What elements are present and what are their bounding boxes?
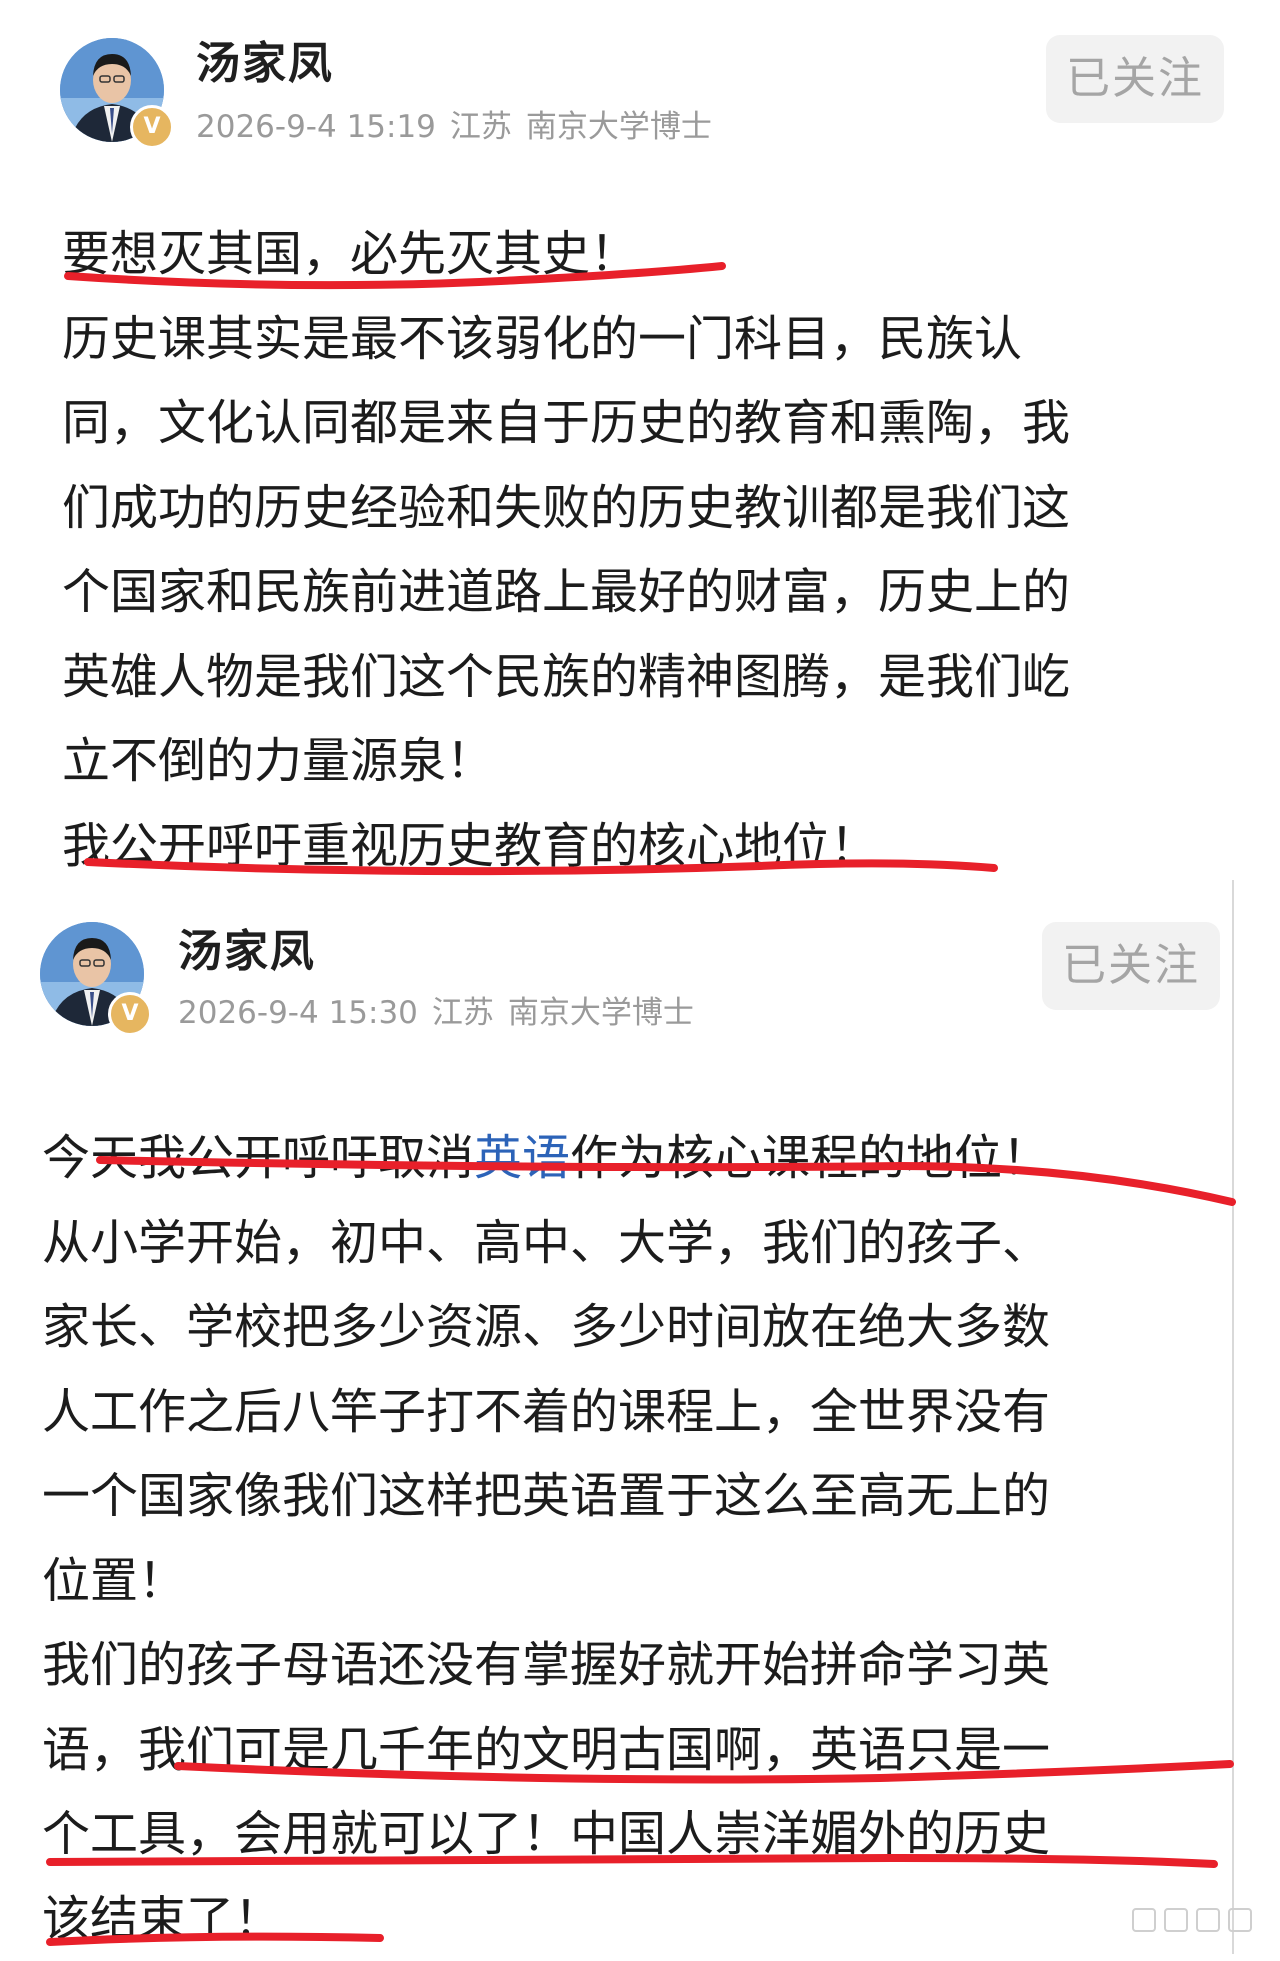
post-content: 今天我公开呼吁取消英语作为核心课程的地位！ 从小学开始，初中、高中、大学，我们的… bbox=[42, 1116, 1050, 1961]
follow-button[interactable]: 已关注 bbox=[1046, 35, 1224, 123]
post-time: 2026-9-4 15:19 bbox=[196, 109, 436, 145]
content-line: 从小学开始，初中、高中、大学，我们的孩子、 bbox=[42, 1201, 1050, 1286]
post-location: 江苏 bbox=[450, 109, 512, 145]
content-line: 语，我们可是几千年的文明古国啊，英语只是一 bbox=[42, 1708, 1050, 1793]
content-text: 今天我公开呼吁取消 bbox=[42, 1130, 474, 1186]
follow-button[interactable]: 已关注 bbox=[1042, 922, 1220, 1010]
content-line: 一个国家像我们这样把英语置于这么至高无上的 bbox=[42, 1454, 1050, 1539]
post-card-1: V 汤家凤 2026-9-4 15:19 江苏南京大学博士 已关注 要想灭其国，必… bbox=[0, 0, 1280, 880]
content-line: 们成功的历史经验和失败的历史教训都是我们这 bbox=[62, 466, 1070, 551]
verified-badge-icon: V bbox=[108, 992, 152, 1036]
content-line: 英雄人物是我们这个民族的精神图腾，是我们屹 bbox=[62, 635, 1070, 720]
content-line: 位置！ bbox=[42, 1539, 1050, 1624]
post-content: 要想灭其国，必先灭其史！ 历史课其实是最不该弱化的一门科目，民族认 同，文化认同… bbox=[62, 212, 1070, 888]
content-line: 立不倒的力量源泉！ bbox=[62, 719, 1070, 804]
author-title: 南京大学博士 bbox=[508, 995, 694, 1031]
post-card-2: V 汤家凤 2026-9-4 15:30 江苏南京大学博士 已关注 今天我公开呼吁… bbox=[0, 880, 1280, 1954]
content-line: 今天我公开呼吁取消英语作为核心课程的地位！ bbox=[42, 1116, 1050, 1201]
content-line: 该结束了！ bbox=[42, 1877, 1050, 1961]
content-line: 家长、学校把多少资源、多少时间放在绝大多数 bbox=[42, 1285, 1050, 1370]
post-location: 江苏 bbox=[432, 995, 494, 1031]
author-title: 南京大学博士 bbox=[526, 109, 712, 145]
content-line: 我公开呼吁重视历史教育的核心地位！ bbox=[62, 804, 1070, 889]
post-time: 2026-9-4 15:30 bbox=[178, 995, 418, 1031]
content-text: 作为核心课程的地位！ bbox=[570, 1130, 1050, 1186]
content-line: 历史课其实是最不该弱化的一门科目，民族认 bbox=[62, 297, 1070, 382]
content-line: 个工具，会用就可以了！中国人崇洋媚外的历史 bbox=[42, 1792, 1050, 1877]
topic-link[interactable]: 英语 bbox=[474, 1130, 570, 1186]
author-name[interactable]: 汤家凤 bbox=[196, 42, 334, 86]
content-line: 同，文化认同都是来自于历史的教育和熏陶，我 bbox=[62, 381, 1070, 466]
content-line: 个国家和民族前进道路上最好的财富，历史上的 bbox=[62, 550, 1070, 635]
post-meta: 2026-9-4 15:30 江苏南京大学博士 bbox=[178, 998, 708, 1029]
content-line: 要想灭其国，必先灭其史！ bbox=[62, 212, 1070, 297]
content-line: 人工作之后八竿子打不着的课程上，全世界没有 bbox=[42, 1370, 1050, 1455]
author-name[interactable]: 汤家凤 bbox=[178, 930, 316, 974]
content-line: 我们的孩子母语还没有掌握好就开始拼命学习英 bbox=[42, 1623, 1050, 1708]
verified-badge-icon: V bbox=[130, 105, 174, 149]
post-meta: 2026-9-4 15:19 江苏南京大学博士 bbox=[196, 112, 726, 143]
watermark-icon bbox=[1132, 1908, 1252, 1932]
